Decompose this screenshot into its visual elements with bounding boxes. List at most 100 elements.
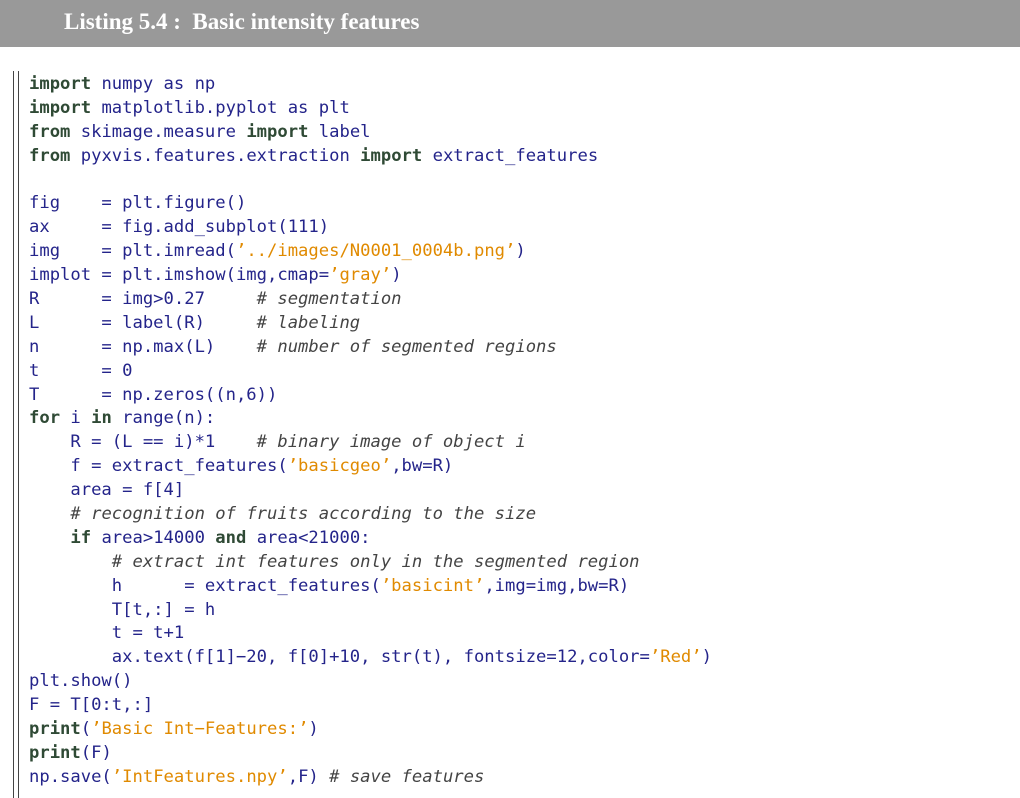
code-line: fig = plt.figure(): [29, 192, 712, 216]
code-keyword: in: [91, 408, 112, 429]
code-line: T = np.zeros((n,6)): [29, 384, 712, 408]
code-line: from skimage.measure import label: [29, 121, 712, 145]
code-text: label: [308, 121, 371, 142]
code-line: # recognition of fruits according to the…: [29, 503, 712, 527]
code-line: # extract int features only in the segme…: [29, 551, 712, 575]
code-text: implot = plt.imshow(img,cmap=: [29, 265, 330, 286]
listing-header: Listing 5.4 : Basic intensity features: [0, 0, 1020, 47]
code-line: np.save(’IntFeatures.npy’,F) # save feat…: [29, 766, 712, 790]
code-text: t = t+1: [29, 623, 185, 644]
code-string: ’IntFeatures.npy’: [111, 766, 288, 787]
code-line: implot = plt.imshow(img,cmap=’gray’): [29, 264, 712, 288]
code-text: ,F): [287, 766, 330, 787]
code-text: T[t,:] = h: [29, 599, 216, 620]
code-string: ’Basic Int−Features:’: [91, 719, 309, 740]
code-text: i: [60, 408, 92, 429]
code-text: n = np.max(L): [29, 336, 257, 357]
code-text: t = 0: [29, 360, 133, 381]
code-text: area<21000:: [246, 527, 371, 548]
code-string: ’../images/N0001_0004b.png’: [235, 241, 516, 262]
code-line: if area>14000 and area<21000:: [29, 527, 712, 551]
code-text: ,bw=R): [391, 456, 454, 477]
code-text: pyxvis.features.extraction: [70, 145, 361, 166]
code-text: area>14000: [91, 527, 216, 548]
code-keyword: import: [29, 74, 92, 94]
code-keyword: import: [29, 97, 92, 118]
code-string: ’basicgeo’: [287, 456, 392, 477]
left-margin-rule-outer: [13, 71, 15, 798]
code-text: L = label(R): [29, 312, 257, 333]
code-keyword: print: [29, 719, 81, 740]
code-text: np.save(: [29, 766, 112, 787]
code-comment: # recognition of fruits according to the…: [70, 504, 537, 525]
code-line: n = np.max(L) # number of segmented regi…: [29, 336, 712, 360]
code-line: L = label(R) # labeling: [29, 312, 712, 336]
code-text: fig = plt.figure(): [29, 193, 247, 214]
code-line: R = img>0.27 # segmentation: [29, 288, 712, 312]
code-line: area = f[4]: [29, 479, 712, 503]
code-keyword: for: [29, 408, 61, 429]
code-string: ’Red’: [649, 647, 702, 668]
code-comment: # segmentation: [256, 289, 402, 310]
code-line: img = plt.imread(’../images/N0001_0004b.…: [29, 240, 712, 264]
code-text: plt.show(): [29, 671, 133, 692]
listing-title: Listing 5.4 : Basic intensity features: [64, 9, 420, 34]
code-text: matplotlib.pyplot as plt: [91, 97, 350, 118]
code-line: R = (L == i)*1 # binary image of object …: [29, 431, 712, 455]
code-text: ): [515, 241, 526, 262]
code-text: h = extract_features(: [29, 575, 381, 596]
code-keyword: and: [215, 527, 247, 548]
code-line: f = extract_features(’basicgeo’,bw=R): [29, 455, 712, 479]
code-text: extract_features: [422, 145, 599, 166]
code-comment: # extract int features only in the segme…: [111, 551, 640, 572]
code-listing: import numpy as np import matplotlib.pypl…: [29, 73, 712, 790]
code-text: (F): [80, 742, 112, 763]
code-keyword: from: [29, 145, 71, 166]
code-line: t = 0: [29, 360, 712, 384]
code-line: plt.show(): [29, 670, 712, 694]
code-text: ax = fig.add_subplot(111): [29, 217, 330, 238]
code-string: ’basicint’: [380, 575, 485, 596]
code-text: ,img=img,bw=R): [484, 575, 630, 596]
left-margin-rule-inner: [18, 71, 20, 798]
code-text: ): [701, 647, 712, 668]
code-keyword: import: [360, 145, 423, 166]
code-text: area = f[4]: [29, 480, 185, 501]
code-keyword: if: [70, 527, 92, 548]
code-line: for i in range(n):: [29, 407, 712, 431]
code-comment: # binary image of object i: [256, 432, 526, 453]
code-text: img = plt.imread(: [29, 241, 236, 262]
code-line: import numpy as np: [29, 73, 712, 97]
code-text: ax.text(f[1]−20, f[0]+10, str(t), fontsi…: [29, 647, 650, 668]
code-line: from pyxvis.features.extraction import e…: [29, 145, 712, 169]
code-comment: # save features: [329, 766, 485, 787]
code-line: T[t,:] = h: [29, 599, 712, 623]
code-line: print(’Basic Int−Features:’): [29, 718, 712, 742]
code-keyword: from: [29, 121, 71, 142]
code-line: F = T[0:t,:]: [29, 694, 712, 718]
code-text: skimage.measure: [70, 121, 247, 142]
code-text: range(n):: [111, 408, 216, 429]
code-text: R = (L == i)*1: [29, 432, 257, 453]
code-line: h = extract_features(’basicint’,img=img,…: [29, 575, 712, 599]
code-line: t = t+1: [29, 622, 712, 646]
code-text: ): [391, 265, 402, 286]
code-text: R = img>0.27: [29, 289, 257, 310]
code-keyword: import: [246, 121, 309, 142]
code-text: numpy as np: [91, 74, 216, 94]
code-comment: # labeling: [256, 312, 361, 333]
code-keyword: print: [29, 742, 81, 763]
code-text: f = extract_features(: [29, 456, 288, 477]
code-line: print(F): [29, 742, 712, 766]
code-text: (: [80, 719, 92, 740]
code-line: ax = fig.add_subplot(111): [29, 216, 712, 240]
code-text: T = np.zeros((n,6)): [29, 384, 278, 405]
code-comment: # number of segmented regions: [256, 336, 557, 357]
code-line: import matplotlib.pyplot as plt: [29, 97, 712, 121]
code-string: ’gray’: [329, 265, 392, 286]
code-line: ax.text(f[1]−20, f[0]+10, str(t), fontsi…: [29, 646, 712, 670]
